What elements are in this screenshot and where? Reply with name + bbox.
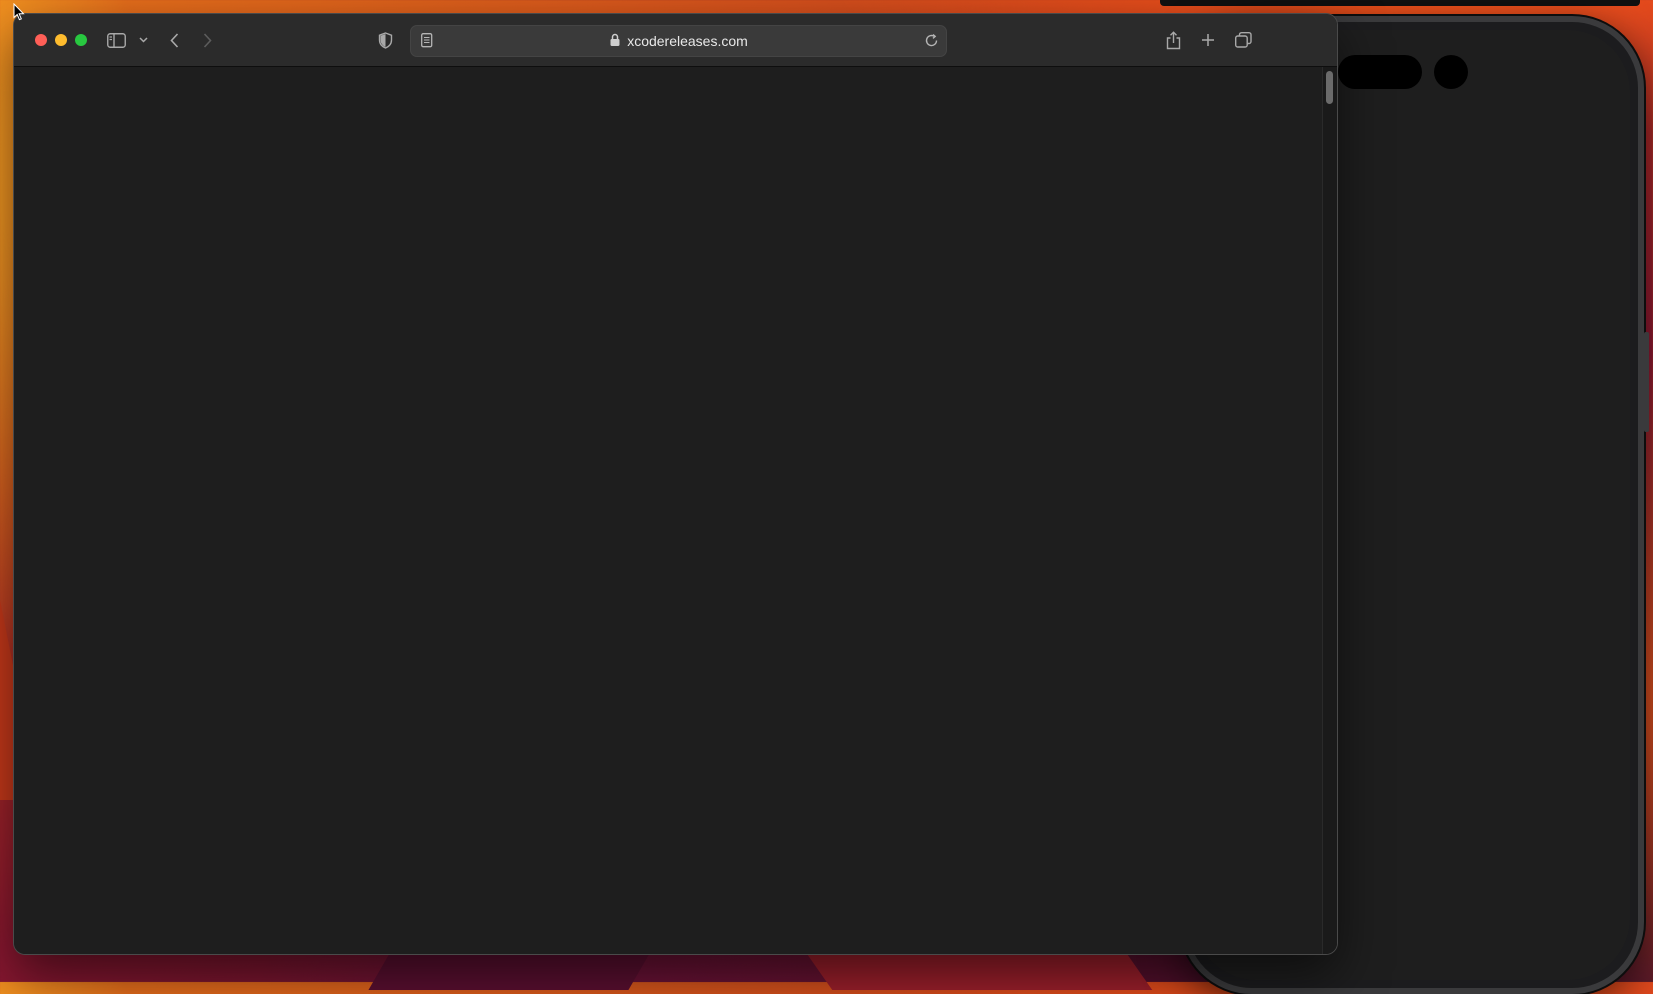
url-text: xcodereleases.com <box>627 33 748 49</box>
back-button[interactable] <box>165 28 183 52</box>
plus-icon <box>1201 33 1215 47</box>
privacy-report-button[interactable] <box>376 28 394 52</box>
dynamic-island-pill <box>1338 55 1422 89</box>
address-bar[interactable]: xcodereleases.com <box>410 25 947 57</box>
share-icon <box>1166 30 1181 50</box>
url-display[interactable]: xcodereleases.com <box>411 26 946 56</box>
scrollbar-thumb[interactable] <box>1326 71 1333 104</box>
wallpaper-shard <box>807 955 1153 990</box>
sidebar-icon <box>106 32 126 48</box>
forward-button[interactable] <box>198 28 216 52</box>
safari-window: xcodereleases.com <box>14 14 1337 954</box>
close-window-button[interactable] <box>35 34 47 46</box>
new-tab-button[interactable] <box>1198 28 1218 52</box>
side-button[interactable] <box>1644 332 1649 432</box>
sidebar-menu-button[interactable] <box>136 28 150 52</box>
tab-overview-button[interactable] <box>1233 28 1253 52</box>
web-content[interactable] <box>14 67 1337 954</box>
vertical-scrollbar[interactable] <box>1322 67 1337 954</box>
reload-icon[interactable] <box>924 33 939 53</box>
menu-bar-edge <box>1160 0 1640 6</box>
tab-overview-icon <box>1234 32 1252 48</box>
chevron-down-icon <box>138 37 148 43</box>
wallpaper-shard <box>368 950 652 990</box>
zoom-window-button[interactable] <box>75 34 87 46</box>
browser-toolbar: xcodereleases.com <box>14 14 1337 67</box>
share-button[interactable] <box>1163 28 1183 52</box>
shield-icon <box>378 31 393 49</box>
minimize-window-button[interactable] <box>55 34 67 46</box>
mouse-pointer-icon <box>13 2 25 26</box>
dynamic-island-camera <box>1434 55 1468 89</box>
sidebar-toggle-button[interactable] <box>105 28 127 52</box>
chevron-left-icon <box>169 32 179 48</box>
chevron-right-icon <box>203 32 212 48</box>
lock-icon <box>609 33 621 50</box>
